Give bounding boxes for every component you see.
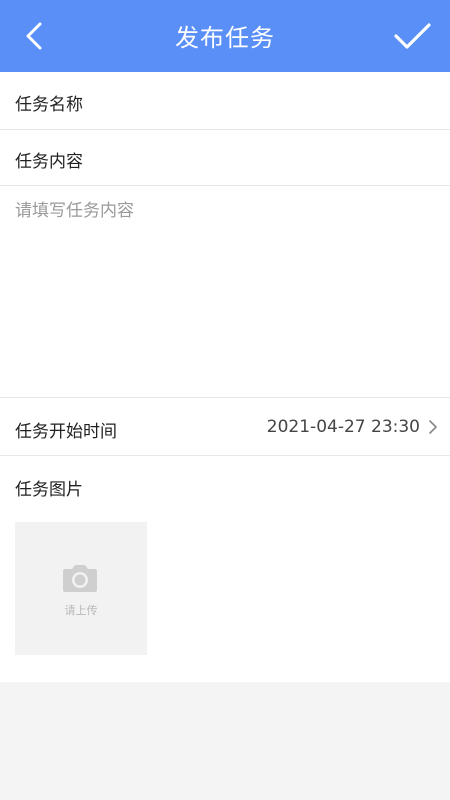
form-panel: 任务名称 任务内容 任务开始时间 2021-04-27 23:30 任务图片 请… [0, 72, 450, 682]
task-content-input[interactable] [15, 196, 435, 386]
task-content-row: 任务内容 [0, 130, 450, 186]
chevron-right-icon [429, 420, 437, 434]
task-name-field[interactable]: 任务名称 [0, 72, 450, 130]
task-start-time-value: 2021-04-27 23:30 [266, 417, 420, 437]
task-content-label: 任务内容 [15, 152, 83, 172]
upload-hint-text: 请上传 [64, 604, 98, 617]
page-title: 发布任务 [175, 24, 275, 52]
confirm-button[interactable] [392, 16, 432, 56]
task-content-area [0, 186, 450, 398]
task-start-time-label: 任务开始时间 [15, 422, 117, 442]
camera-icon [63, 565, 97, 592]
image-upload-button[interactable]: 请上传 [15, 522, 147, 655]
checkmark-icon [394, 23, 431, 49]
task-name-label: 任务名称 [15, 95, 83, 115]
task-image-label: 任务图片 [15, 480, 83, 500]
task-start-time-row[interactable]: 任务开始时间 2021-04-27 23:30 [0, 398, 450, 456]
app-header: 发布任务 [0, 0, 450, 72]
